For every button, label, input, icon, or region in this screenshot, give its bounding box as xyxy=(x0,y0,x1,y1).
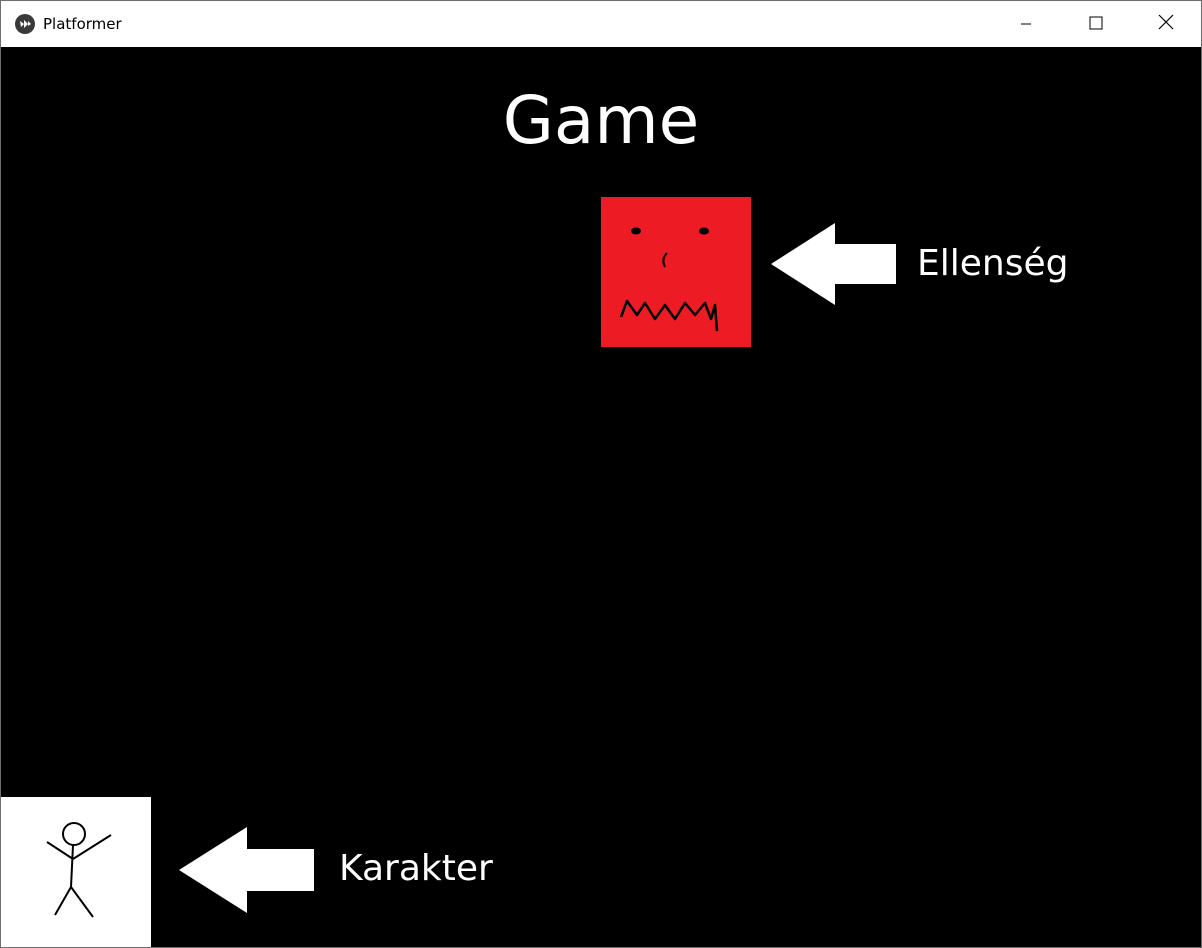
character-label: Karakter xyxy=(339,848,493,889)
maximize-icon xyxy=(1089,15,1103,34)
close-icon xyxy=(1158,14,1174,34)
maximize-button[interactable] xyxy=(1061,1,1131,47)
enemy-sprite xyxy=(601,197,751,347)
app-window: Platformer Game Ellenség Karakter xyxy=(0,0,1202,948)
enemy-label: Ellenség xyxy=(917,243,1069,284)
game-title: Game xyxy=(502,82,700,159)
window-title: Platformer xyxy=(43,15,122,33)
game-canvas[interactable]: Game Ellenség Karakter xyxy=(1,47,1201,947)
arrow-left-icon xyxy=(771,223,896,305)
character-sprite xyxy=(1,797,151,947)
kivy-logo-icon xyxy=(15,14,35,34)
close-button[interactable] xyxy=(1131,1,1201,47)
title-bar[interactable]: Platformer xyxy=(1,1,1201,47)
minimize-icon xyxy=(1020,15,1032,34)
minimize-button[interactable] xyxy=(991,1,1061,47)
arrow-left-icon xyxy=(179,827,314,913)
